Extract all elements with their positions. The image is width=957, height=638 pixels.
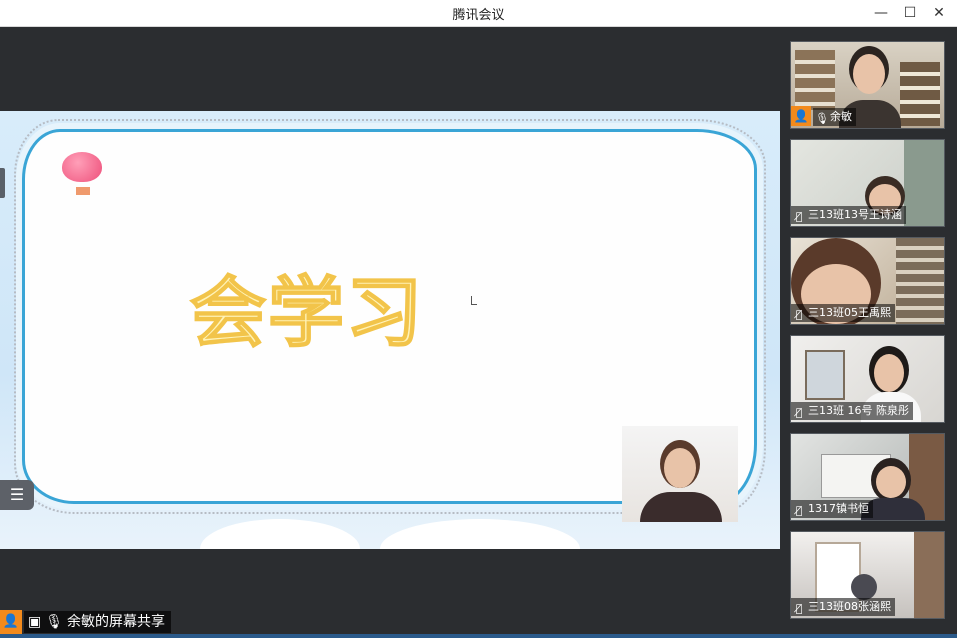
participant-name: 三13班13号王诗涵	[808, 208, 902, 221]
participant-name-tag: 🎙̸ 三13班08张涵熙	[791, 598, 895, 616]
os-taskbar	[0, 634, 957, 638]
participant-tile[interactable]: 🎙̸ 三13班08张涵熙	[790, 531, 945, 619]
list-menu-icon[interactable]: ☰	[0, 480, 34, 510]
screen-share-indicator: 👤 ▣ 🎙 余敏的屏幕共享	[0, 610, 172, 634]
participant-name-tag: 🎙̸ 三13班13号王诗涵	[791, 206, 906, 224]
participant-tile[interactable]: 🎙̸ 1317镇书恒	[790, 433, 945, 521]
mic-icon: 🎙	[45, 614, 64, 630]
share-label-text: 余敏的屏幕共享	[67, 614, 166, 630]
screen-icon: ▣	[28, 614, 42, 630]
mic-muted-icon: 🎙̸	[795, 504, 803, 517]
title-bar: 腾讯会议 — ☐ ✕	[0, 0, 957, 27]
presenter-camera-inset	[622, 426, 738, 522]
participant-name: 1317镇书恒	[808, 502, 869, 515]
participant-tile[interactable]: 🎙̸ 三13班13号王诗涵	[790, 139, 945, 227]
window-title: 腾讯会议	[452, 8, 505, 23]
participant-name-tag: 🎙̸ 1317镇书恒	[791, 500, 873, 518]
minimize-button[interactable]: —	[870, 3, 892, 23]
slide-title: 会学习	[189, 267, 424, 358]
participant-name-tag: 🎙̸ 三13班05王禹熙	[791, 304, 895, 322]
host-avatar-icon: 👤	[791, 106, 811, 126]
shared-screen-stage: 会学习 ☰	[0, 28, 780, 638]
user-avatar-icon: 👤	[0, 610, 22, 634]
mic-muted-icon: 🎙̸	[795, 308, 803, 321]
participant-name-tag: 🎙 余敏	[813, 108, 856, 126]
mic-icon: 🎙	[815, 112, 829, 125]
mic-muted-icon: 🎙̸	[795, 602, 803, 615]
participant-name-tag: 🎙̸ 三13班 16号 陈泉彤	[791, 402, 913, 420]
participant-panel: 👤 🎙 余敏 🎙̸ 三13班13号王诗涵 🎙̸ 三13班05王禹熙 🎙̸ 三13…	[780, 28, 957, 634]
cloud-decoration	[380, 519, 580, 549]
maximize-button[interactable]: ☐	[899, 3, 921, 23]
mic-muted-icon: 🎙̸	[795, 210, 803, 223]
participant-tile[interactable]: 👤 🎙 余敏	[790, 41, 945, 129]
hot-air-balloon-icon	[62, 152, 102, 182]
cloud-decoration	[200, 519, 360, 549]
participant-name: 三13班 16号 陈泉彤	[808, 404, 909, 417]
participant-name: 三13班05王禹熙	[808, 306, 891, 319]
mic-muted-icon: 🎙̸	[795, 406, 803, 419]
participant-name: 余敏	[830, 110, 852, 123]
balloon-basket-icon	[76, 187, 90, 195]
side-panel-handle[interactable]	[0, 168, 5, 198]
mouse-cursor-icon	[471, 296, 477, 305]
participant-tile[interactable]: 🎙̸ 三13班05王禹熙	[790, 237, 945, 325]
participant-name: 三13班08张涵熙	[808, 600, 891, 613]
close-button[interactable]: ✕	[928, 3, 950, 23]
participant-tile[interactable]: 🎙̸ 三13班 16号 陈泉彤	[790, 335, 945, 423]
share-status-label: ▣ 🎙 余敏的屏幕共享	[24, 611, 172, 633]
presentation-slide: 会学习	[0, 111, 780, 549]
